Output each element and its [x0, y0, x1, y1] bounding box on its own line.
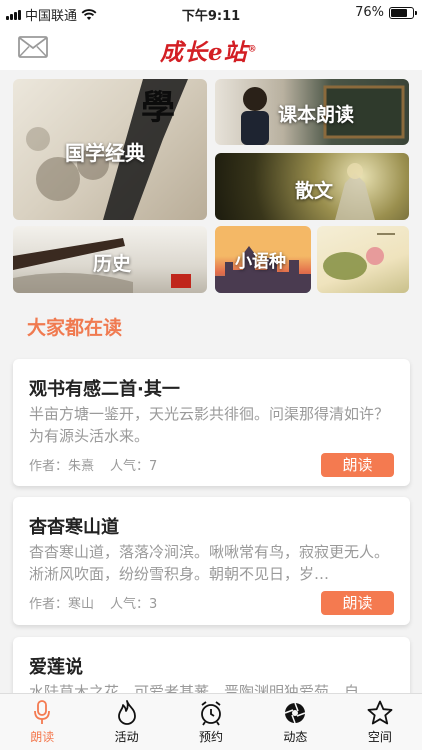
tab-label: 朗读: [30, 730, 55, 744]
category-tile-guoxue[interactable]: 學 国学经典: [13, 79, 207, 220]
card-meta: 作者：朱熹 人气：7: [29, 455, 173, 474]
category-label: 散文: [295, 180, 334, 202]
category-label: 国学经典: [65, 141, 145, 165]
reading-card[interactable]: 观书有感二首·其一 半亩方塘一鉴开，天光云影共徘徊。问渠那得清如许？为有源头活水…: [13, 359, 410, 486]
category-label: 小语种: [235, 252, 286, 272]
tab-label: 活动: [114, 730, 139, 744]
category-label: 课本朗读: [278, 104, 355, 126]
card-popularity: 人气：7: [110, 459, 158, 474]
status-right: 76%: [355, 5, 417, 20]
category-tile-sanwen[interactable]: 散文: [215, 153, 409, 220]
microphone-icon: [34, 700, 51, 724]
tab-langdu[interactable]: 朗读: [0, 694, 84, 750]
tab-label: 动态: [283, 730, 308, 744]
app-logo: 成长e站®: [160, 33, 258, 67]
status-bar: 中国联通 下午9:11 76%: [0, 0, 422, 26]
tab-label: 空间: [367, 730, 392, 744]
card-title: 观书有感二首·其一: [29, 379, 180, 400]
reading-card[interactable]: 杳杳寒山道 杳杳寒山道，落落冷涧滨。啾啾常有鸟，寂寂更无人。淅淅风吹面，纷纷雪积…: [13, 497, 410, 625]
card-title: 杳杳寒山道: [29, 517, 119, 538]
card-meta: 作者：寒山 人气：3: [29, 593, 173, 612]
category-tile-kewen[interactable]: 课本朗读: [215, 79, 409, 145]
card-title: 爱莲说: [29, 657, 83, 678]
fire-icon: [117, 700, 136, 725]
tab-label: 预约: [199, 730, 224, 744]
mail-icon[interactable]: [18, 36, 48, 58]
battery-percent: 76%: [355, 5, 384, 20]
tab-kongjian[interactable]: 空间: [338, 694, 422, 750]
tab-huodong[interactable]: 活动: [84, 694, 168, 750]
category-tile-setang[interactable]: [317, 226, 409, 293]
card-popularity: 人气：3: [110, 597, 158, 612]
category-tile-lishi[interactable]: 历史: [13, 226, 207, 293]
category-tile-xiaoyuzhong[interactable]: 小语种: [215, 226, 311, 293]
battery-icon: [389, 6, 417, 19]
tab-dongtai[interactable]: 动态: [253, 694, 337, 750]
svg-text:學: 學: [141, 88, 175, 128]
camera-shutter-icon: [285, 702, 306, 724]
star-icon: [367, 700, 393, 725]
card-excerpt: 半亩方塘一鉴开，天光云影共徘徊。问渠那得清如许？为有源头活水来。: [29, 405, 390, 445]
card-excerpt: 杳杳寒山道，落落冷涧滨。啾啾常有鸟，寂寂更无人。淅淅风吹面，纷纷雪积身。朝朝不见…: [29, 543, 390, 583]
tab-bar: 朗读 活动 预约 动态 空间: [0, 693, 422, 750]
section-title: 大家都在读: [27, 317, 123, 339]
logo-text: 成长e站: [160, 39, 248, 66]
navigation-bar: 成长e站®: [0, 26, 422, 70]
read-aloud-button[interactable]: 朗读: [321, 453, 394, 477]
card-author: 作者：寒山: [29, 597, 95, 612]
alarm-clock-icon: [201, 701, 221, 726]
read-aloud-button[interactable]: 朗读: [321, 591, 394, 615]
card-author: 作者：朱熹: [29, 459, 95, 474]
category-label: 历史: [93, 253, 132, 275]
registered-mark: ®: [247, 44, 258, 55]
tab-yuyue[interactable]: 预约: [169, 694, 253, 750]
lotus-pond-illustration: [323, 233, 395, 280]
